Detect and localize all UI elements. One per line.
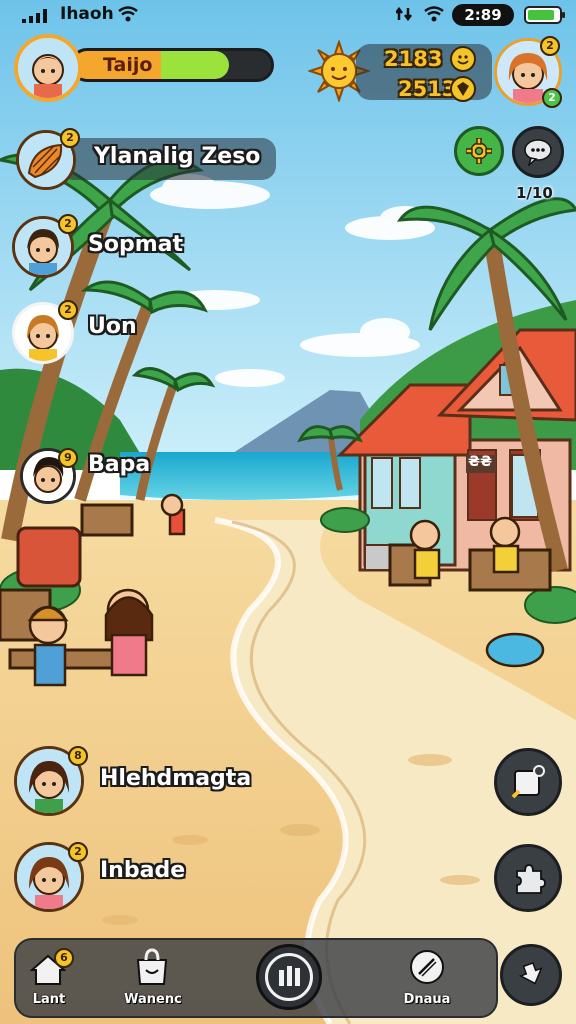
clock: 2:89 <box>452 4 514 26</box>
settings-button[interactable] <box>454 126 504 176</box>
nav-item-shop[interactable]: Wanenc <box>118 944 188 1016</box>
friend-badge-green: 2 <box>542 88 562 108</box>
signal-icon <box>22 8 52 23</box>
nav-item-draw[interactable]: Dnaua <box>390 944 464 1016</box>
player-badge: 8 <box>68 746 88 766</box>
player-row[interactable]: 2 Uon <box>0 298 200 364</box>
chat-bubble-icon <box>523 138 553 170</box>
player-row[interactable]: 9 Bapa <box>0 444 200 510</box>
carrier-name: Ihaoh <box>60 4 114 24</box>
battery-icon <box>524 6 565 24</box>
player-badge: 9 <box>58 448 78 468</box>
gem-icon <box>450 76 476 102</box>
arrow-down-icon <box>517 960 547 994</box>
player-row[interactable]: 8 Hlehdmagta <box>0 744 260 816</box>
house-sign: ₴₴ <box>468 454 493 470</box>
gear-icon <box>465 137 493 168</box>
network-icon <box>395 6 416 26</box>
bars-menu-icon <box>265 953 313 1001</box>
xp-bar-fill <box>161 51 229 79</box>
shopping-bag-icon <box>134 948 170 990</box>
pencil-icon <box>408 948 446 990</box>
player-name: Inbade <box>100 858 186 883</box>
friend-badge: 2 <box>540 36 560 56</box>
puzzle-button[interactable] <box>494 844 562 912</box>
nav-item-home[interactable]: 6 Lant <box>16 944 82 1016</box>
player-name: Taijo <box>103 54 153 76</box>
player-name: Ylanalig Zeso <box>94 144 261 169</box>
player-badge: 2 <box>58 300 78 320</box>
nav-label: Dnaua <box>403 992 451 1007</box>
wifi-icon-right <box>424 6 444 26</box>
arrow-down-button[interactable] <box>500 944 562 1006</box>
player-row[interactable]: 2 Ylanalig Zeso <box>0 128 280 192</box>
player-hud[interactable]: Taijo <box>14 34 276 104</box>
player-badge: 2 <box>58 214 78 234</box>
status-bar: Ihaoh 2:89 <box>0 0 576 30</box>
player-name: Sopmat <box>88 232 183 257</box>
currency-row-1[interactable]: 2183 <box>380 46 490 72</box>
battery-level <box>528 10 554 20</box>
player-name: Uon <box>88 314 137 339</box>
nav-item-menu[interactable] <box>256 944 322 1010</box>
xp-bar-track: Taijo <box>70 48 274 82</box>
currency-row-2[interactable]: 2513 <box>380 76 490 102</box>
player-name: Hlehdmagta <box>100 766 252 791</box>
chat-button[interactable] <box>512 126 564 178</box>
coin-amount: 2183 <box>384 47 443 71</box>
puzzle-piece-icon <box>511 861 547 901</box>
player-badge: 2 <box>68 842 88 862</box>
nav-label: Wanenc <box>124 992 182 1007</box>
player-avatar[interactable] <box>14 34 82 102</box>
edit-note-icon <box>511 765 547 805</box>
nav-badge: 6 <box>54 948 74 968</box>
chat-count: 1/10 <box>516 184 553 202</box>
player-row[interactable]: 2 Sopmat <box>0 212 200 278</box>
player-badge: 2 <box>60 128 80 148</box>
nav-label: Lant <box>32 992 66 1007</box>
gem-amount: 2513 <box>398 77 457 101</box>
player-row[interactable]: 2 Inbade <box>0 840 240 912</box>
edit-note-button[interactable] <box>494 748 562 816</box>
player-name: Bapa <box>88 452 151 477</box>
wifi-icon <box>118 6 138 26</box>
smiley-coin-icon <box>450 46 476 72</box>
